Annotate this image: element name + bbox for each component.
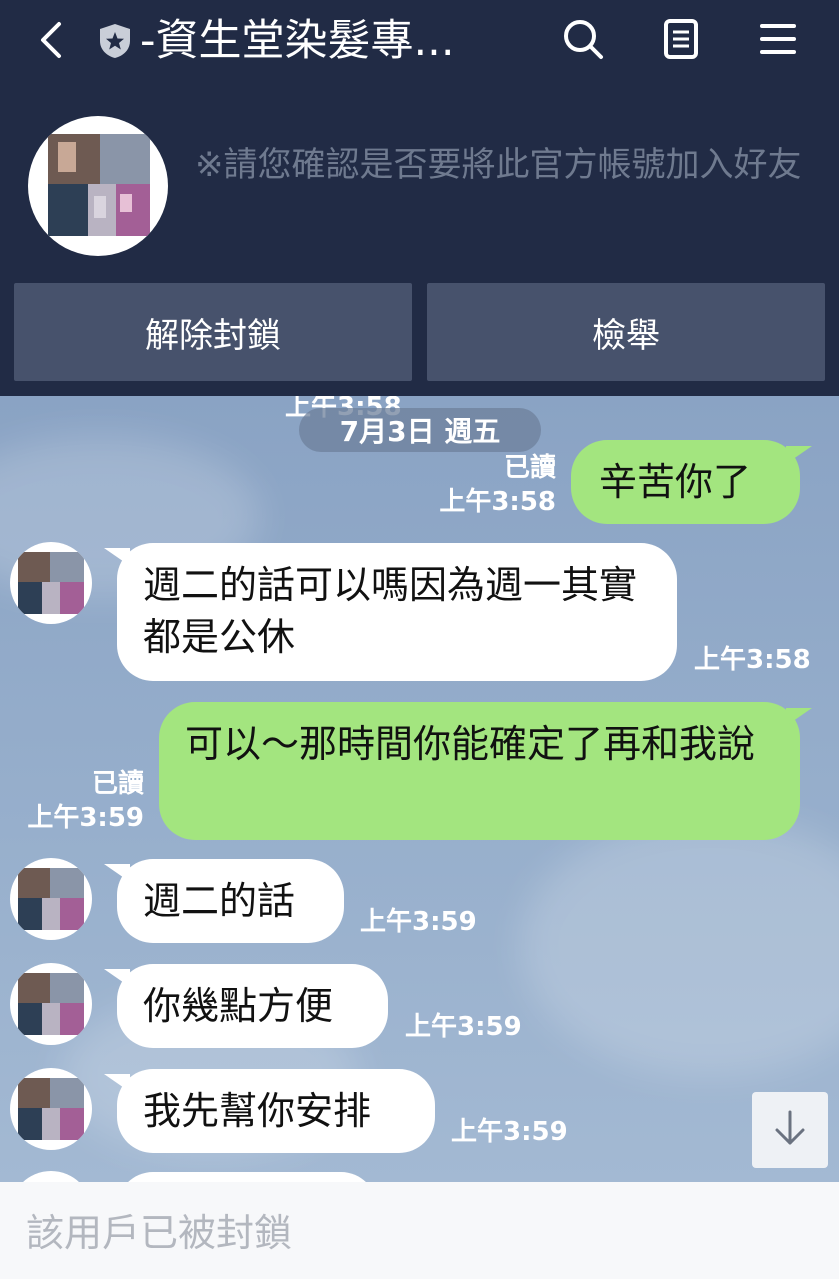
account-avatar[interactable] bbox=[28, 116, 168, 256]
top-bar: -資生堂染髮專... bbox=[0, 0, 839, 84]
chat-header: -資生堂染髮專... ※請您確認是否要將此官方帳號加入好友 解除封鎖 檢舉 bbox=[0, 0, 839, 396]
notes-icon[interactable] bbox=[658, 16, 704, 62]
report-button[interactable]: 檢舉 bbox=[427, 283, 825, 381]
sender-avatar[interactable] bbox=[10, 963, 92, 1045]
message-text: 可以～那時間你能確定了再和我說 bbox=[185, 722, 756, 766]
chat-area[interactable]: 上午3:58 7月3日 週五 已讀 上午3:58 辛苦你了 週二的話可以嗎因為週… bbox=[0, 396, 839, 1182]
read-receipt: 已讀 bbox=[91, 769, 144, 799]
search-icon[interactable] bbox=[560, 16, 606, 62]
message-time: 上午3:58 bbox=[694, 645, 811, 675]
scroll-down-button[interactable] bbox=[752, 1092, 828, 1168]
blocked-footer: 該用戶已被封鎖 bbox=[0, 1182, 839, 1279]
read-receipt: 已讀 bbox=[503, 453, 556, 483]
my-message-bubble[interactable]: 辛苦你了 bbox=[571, 440, 800, 524]
message-text: 辛苦你了 bbox=[599, 460, 752, 504]
message-text: 我先幫你安排 bbox=[143, 1089, 372, 1133]
message-time: 上午3:59 bbox=[451, 1117, 568, 1147]
bubble-tail bbox=[786, 446, 812, 464]
message-text: 你幾點方便 bbox=[143, 984, 334, 1028]
cloud-decoration bbox=[520, 816, 839, 1076]
message-time: 上午3:59 bbox=[27, 803, 144, 833]
sender-avatar[interactable] bbox=[10, 1068, 92, 1150]
their-message-bubble[interactable]: 週二的話 bbox=[117, 859, 344, 943]
shield-star-icon bbox=[97, 22, 133, 60]
their-message-bubble[interactable]: 你幾點方便 bbox=[117, 964, 388, 1048]
menu-icon[interactable] bbox=[755, 16, 801, 62]
their-message-bubble[interactable]: 週二的話可以嗎因為週一其實都是公休 bbox=[117, 543, 677, 681]
message-time: 上午3:58 bbox=[439, 487, 556, 517]
chat-title[interactable]: -資生堂染髮專... bbox=[140, 10, 535, 72]
add-friend-notice: ※請您確認是否要將此官方帳號加入好友 bbox=[195, 145, 802, 185]
message-time: 上午3:59 bbox=[360, 907, 477, 937]
their-message-bubble[interactable] bbox=[117, 1172, 377, 1182]
bubble-tail bbox=[786, 708, 812, 726]
blocked-notice: 該用戶已被封鎖 bbox=[26, 1211, 293, 1255]
their-message-bubble[interactable]: 我先幫你安排 bbox=[117, 1069, 435, 1153]
arrow-down-icon bbox=[773, 1109, 807, 1151]
sender-avatar[interactable] bbox=[10, 1171, 92, 1182]
message-text: 週二的話 bbox=[143, 879, 296, 923]
sender-avatar[interactable] bbox=[10, 542, 92, 624]
sender-avatar[interactable] bbox=[10, 858, 92, 940]
message-time: 上午3:59 bbox=[405, 1012, 522, 1042]
date-separator: 7月3日 週五 bbox=[299, 408, 541, 452]
unblock-button[interactable]: 解除封鎖 bbox=[14, 283, 412, 381]
back-icon[interactable] bbox=[30, 18, 70, 62]
message-text: 週二的話可以嗎因為週一其實都是公休 bbox=[143, 563, 638, 659]
my-message-bubble[interactable]: 可以～那時間你能確定了再和我說 bbox=[159, 702, 800, 840]
